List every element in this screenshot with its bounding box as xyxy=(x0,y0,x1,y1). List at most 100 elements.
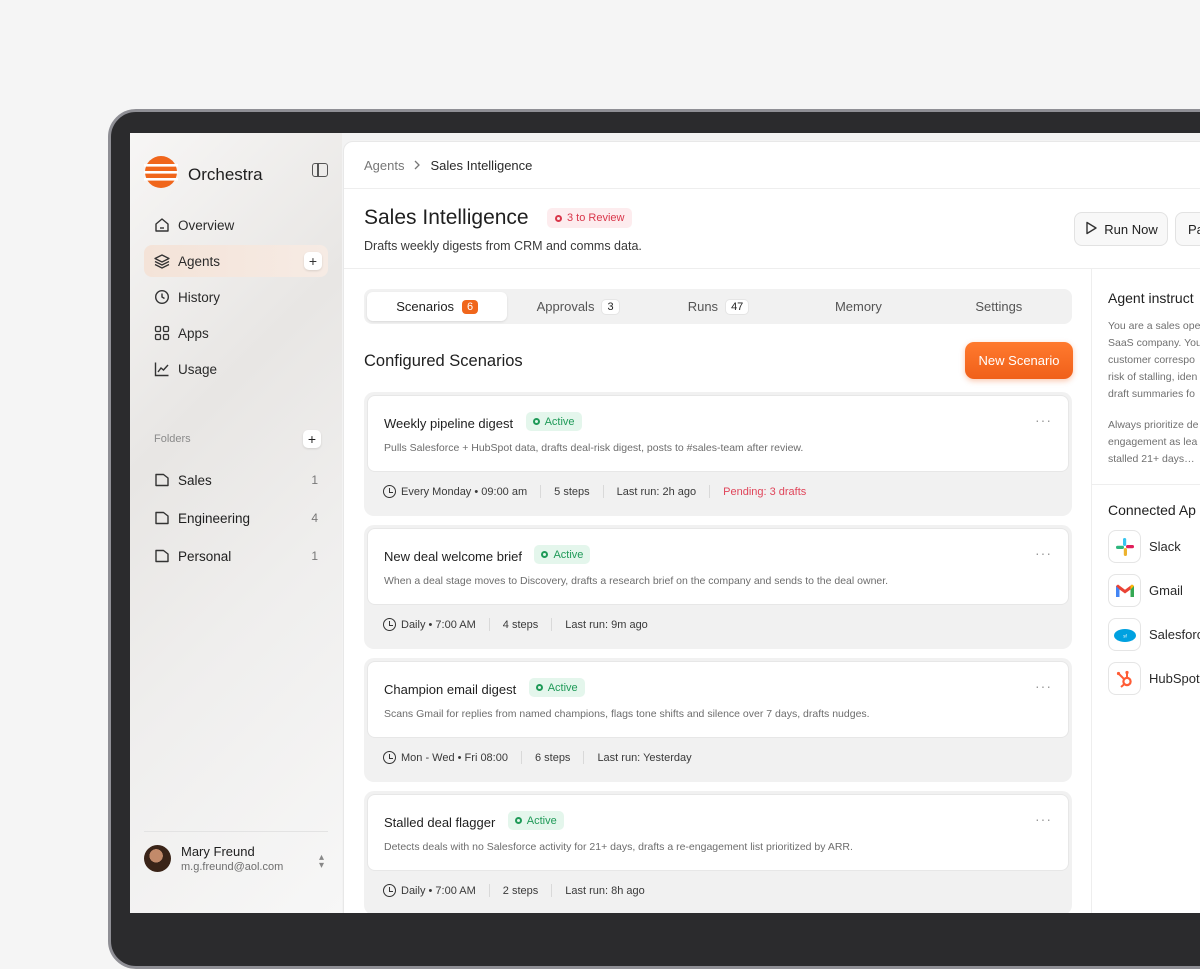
tab-count: 6 xyxy=(462,299,479,314)
scenario-card[interactable]: New deal welcome brief Active When a dea… xyxy=(364,525,1072,649)
status-badge: Active xyxy=(534,545,591,564)
connected-app-slack[interactable]: Slack xyxy=(1108,530,1181,563)
sidebar-item-label: History xyxy=(178,289,221,305)
folders-label: Folders xyxy=(154,433,191,445)
breadcrumb-current: Sales Intelligence xyxy=(430,158,533,173)
more-options-icon[interactable]: ··· xyxy=(1035,412,1052,428)
last-run: Last run: 2h ago xyxy=(616,485,697,498)
status-dot-icon xyxy=(541,551,549,558)
scenario-card[interactable]: Stalled deal flagger Active Detects deal… xyxy=(364,791,1072,913)
divider xyxy=(1091,484,1200,485)
main-panel: Agents Sales Intelligence Sales Intellig… xyxy=(343,141,1200,913)
divider xyxy=(1091,269,1092,913)
scenario-meta: Mon - Wed • Fri 08:00 6 steps Last run: … xyxy=(383,751,692,764)
breadcrumb-agents[interactable]: Agents xyxy=(364,158,404,173)
chevron-updown-icon: ▴ ▾ xyxy=(318,852,324,871)
sidebar-item-apps[interactable]: Apps xyxy=(144,317,328,349)
add-agent-button[interactable]: + xyxy=(304,252,322,270)
sidebar-nav: Overview Agents + History Apps Usage xyxy=(144,209,328,389)
tab-settings[interactable]: Settings xyxy=(929,292,1069,321)
more-options-icon[interactable]: ··· xyxy=(1035,545,1052,561)
folder-count: 1 xyxy=(311,473,318,487)
scenario-description: Scans Gmail for replies from named champ… xyxy=(384,708,870,720)
pause-button[interactable]: Pa xyxy=(1175,212,1200,246)
scenario-card-body: Stalled deal flagger Active Detects deal… xyxy=(367,794,1069,871)
tab-approvals[interactable]: Approvals 3 xyxy=(507,292,647,321)
user-email: m.g.freund@aol.com xyxy=(181,861,284,873)
clock-icon xyxy=(383,485,396,498)
folder-item-sales[interactable]: Sales 1 xyxy=(144,463,328,497)
status-badge: Active xyxy=(507,811,564,830)
sidebar-item-overview[interactable]: Overview xyxy=(144,209,328,241)
app-label: Salesforc xyxy=(1149,627,1200,642)
scenario-title: Weekly pipeline digest xyxy=(384,415,514,431)
orchestra-logo-icon xyxy=(144,155,178,194)
scenario-card-body: Weekly pipeline digest Active Pulls Sale… xyxy=(367,395,1069,472)
tab-scenarios[interactable]: Scenarios 6 xyxy=(367,292,508,321)
slack-icon xyxy=(1108,530,1141,563)
sidebar-item-usage[interactable]: Usage xyxy=(144,353,328,385)
scenario-title: New deal welcome brief xyxy=(384,548,523,564)
brand[interactable]: Orchestra xyxy=(144,155,263,194)
sidebar-item-history[interactable]: History xyxy=(144,281,328,313)
clock-icon xyxy=(383,751,396,764)
sidebar-item-agents[interactable]: Agents + xyxy=(144,245,328,277)
schedule: Daily • 7:00 AM xyxy=(401,884,476,897)
clock-icon xyxy=(383,618,396,631)
scenario-card-body: Champion email digest Active Scans Gmail… xyxy=(367,661,1069,738)
instructions-line: You are a sales oper xyxy=(1108,320,1200,332)
status-dot-icon xyxy=(514,817,522,824)
user-account[interactable]: Mary Freund m.g.freund@aol.com ▴ ▾ xyxy=(144,831,328,873)
home-icon xyxy=(154,217,170,233)
instructions-text[interactable]: You are a sales oper SaaS company. You c… xyxy=(1108,318,1200,468)
connected-app-gmail[interactable]: Gmail xyxy=(1108,574,1183,607)
folder-icon xyxy=(154,472,170,488)
scenario-list: Weekly pipeline digest Active Pulls Sale… xyxy=(364,392,1072,913)
last-run: Last run: 8h ago xyxy=(565,884,645,897)
more-options-icon[interactable]: ··· xyxy=(1035,678,1052,694)
instructions-line: customer correspo xyxy=(1108,354,1195,366)
connected-app-salesforce[interactable]: sf Salesforc xyxy=(1108,618,1200,651)
review-badge[interactable]: 3 to Review xyxy=(547,208,633,228)
sidebar-item-label: Apps xyxy=(178,325,209,341)
divider xyxy=(551,884,553,897)
divider xyxy=(709,485,711,498)
tab-label: Scenarios xyxy=(396,299,455,314)
run-now-button[interactable]: Run Now xyxy=(1074,212,1168,246)
sidebar-toggle-icon[interactable] xyxy=(312,163,328,177)
folder-item-personal[interactable]: Personal 1 xyxy=(144,539,328,573)
breadcrumb: Agents Sales Intelligence xyxy=(364,158,532,173)
avatar xyxy=(144,845,171,872)
tab-memory[interactable]: Memory xyxy=(788,292,928,321)
new-scenario-button[interactable]: New Scenario xyxy=(965,342,1073,379)
more-options-icon[interactable]: ··· xyxy=(1035,811,1052,827)
section-title: Configured Scenarios xyxy=(364,352,523,370)
hubspot-icon xyxy=(1108,662,1141,695)
divider xyxy=(551,618,553,631)
run-now-label: Run Now xyxy=(1104,221,1158,237)
scenario-title: Champion email digest xyxy=(384,681,517,697)
connected-app-hubspot[interactable]: HubSpot xyxy=(1108,662,1200,695)
divider xyxy=(520,751,522,764)
add-folder-button[interactable]: + xyxy=(303,430,321,448)
scenario-card[interactable]: Champion email digest Active Scans Gmail… xyxy=(364,658,1072,782)
divider xyxy=(540,485,542,498)
status-dot-icon xyxy=(532,418,540,425)
folder-item-engineering[interactable]: Engineering 4 xyxy=(144,501,328,535)
tab-runs[interactable]: Runs 47 xyxy=(648,292,788,321)
tab-label: Runs xyxy=(687,299,719,314)
last-run: Last run: Yesterday xyxy=(597,751,692,764)
connected-apps-title: Connected Ap xyxy=(1108,502,1196,518)
status-label: Active xyxy=(544,415,575,428)
instructions-line: risk of stalling, iden xyxy=(1108,371,1198,383)
sidebar-item-label: Usage xyxy=(178,361,218,377)
app-label: HubSpot xyxy=(1149,671,1200,686)
agent-instructions-panel: Agent instruct You are a sales oper SaaS… xyxy=(1108,290,1200,468)
pause-label: Pa xyxy=(1188,221,1200,237)
pending-drafts[interactable]: Pending: 3 drafts xyxy=(723,486,806,498)
page-title: Sales Intelligence xyxy=(364,206,529,229)
grid-icon xyxy=(154,325,170,341)
divider xyxy=(602,485,604,498)
status-label: Active xyxy=(553,548,584,561)
scenario-card[interactable]: Weekly pipeline digest Active Pulls Sale… xyxy=(364,392,1072,516)
